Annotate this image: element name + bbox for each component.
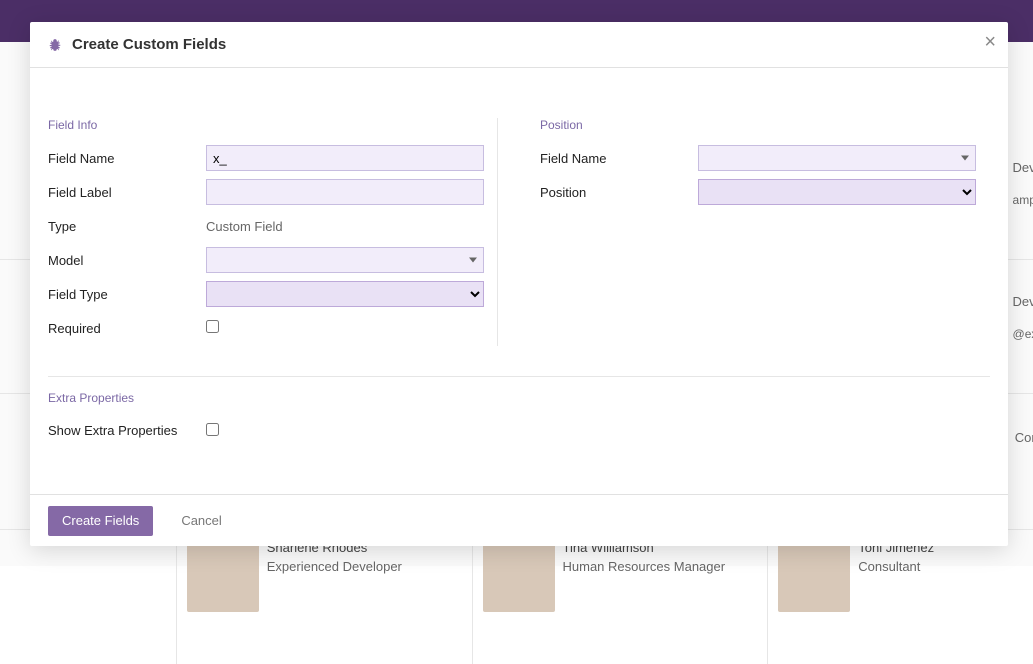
- required-checkbox[interactable]: [206, 320, 219, 333]
- position-label: Position: [540, 184, 698, 200]
- extra-properties-title: Extra Properties: [48, 391, 990, 405]
- dialog-header: Create Custom Fields ×: [30, 22, 1008, 68]
- show-extra-label: Show Extra Properties: [48, 421, 206, 440]
- field-label-input[interactable]: [206, 179, 484, 205]
- field-type-label: Field Type: [48, 286, 206, 302]
- model-label: Model: [48, 252, 206, 268]
- field-info-column: Field Info Field Name Field Label Type: [48, 118, 498, 346]
- position-select[interactable]: [698, 179, 976, 205]
- chevron-down-icon: [469, 258, 477, 263]
- chevron-down-icon: [961, 156, 969, 161]
- field-info-section-title: Field Info: [48, 118, 497, 132]
- bug-icon: [48, 38, 62, 52]
- field-name-input[interactable]: [206, 145, 484, 171]
- create-custom-fields-dialog: Create Custom Fields × Field Info Field …: [30, 22, 1008, 546]
- position-field-name-select[interactable]: [698, 145, 976, 171]
- field-type-select[interactable]: [206, 281, 484, 307]
- dialog-title: Create Custom Fields: [72, 36, 226, 53]
- position-column: Position Field Name Position: [540, 118, 990, 346]
- type-label: Type: [48, 218, 206, 234]
- field-label-label: Field Label: [48, 184, 206, 200]
- dialog-body: Field Info Field Name Field Label Type: [30, 68, 1008, 494]
- create-fields-button[interactable]: Create Fields: [48, 506, 153, 536]
- show-extra-checkbox[interactable]: [206, 423, 219, 436]
- type-value: Custom Field: [206, 219, 283, 234]
- field-name-label: Field Name: [48, 150, 206, 166]
- position-section-title: Position: [540, 118, 990, 132]
- close-icon[interactable]: ×: [984, 32, 996, 52]
- extra-properties-section: Extra Properties Show Extra Properties: [48, 376, 990, 447]
- cancel-button[interactable]: Cancel: [167, 506, 235, 536]
- required-label: Required: [48, 320, 206, 336]
- model-select[interactable]: [206, 247, 484, 273]
- position-field-name-label: Field Name: [540, 150, 698, 166]
- dialog-footer: Create Fields Cancel: [30, 494, 1008, 546]
